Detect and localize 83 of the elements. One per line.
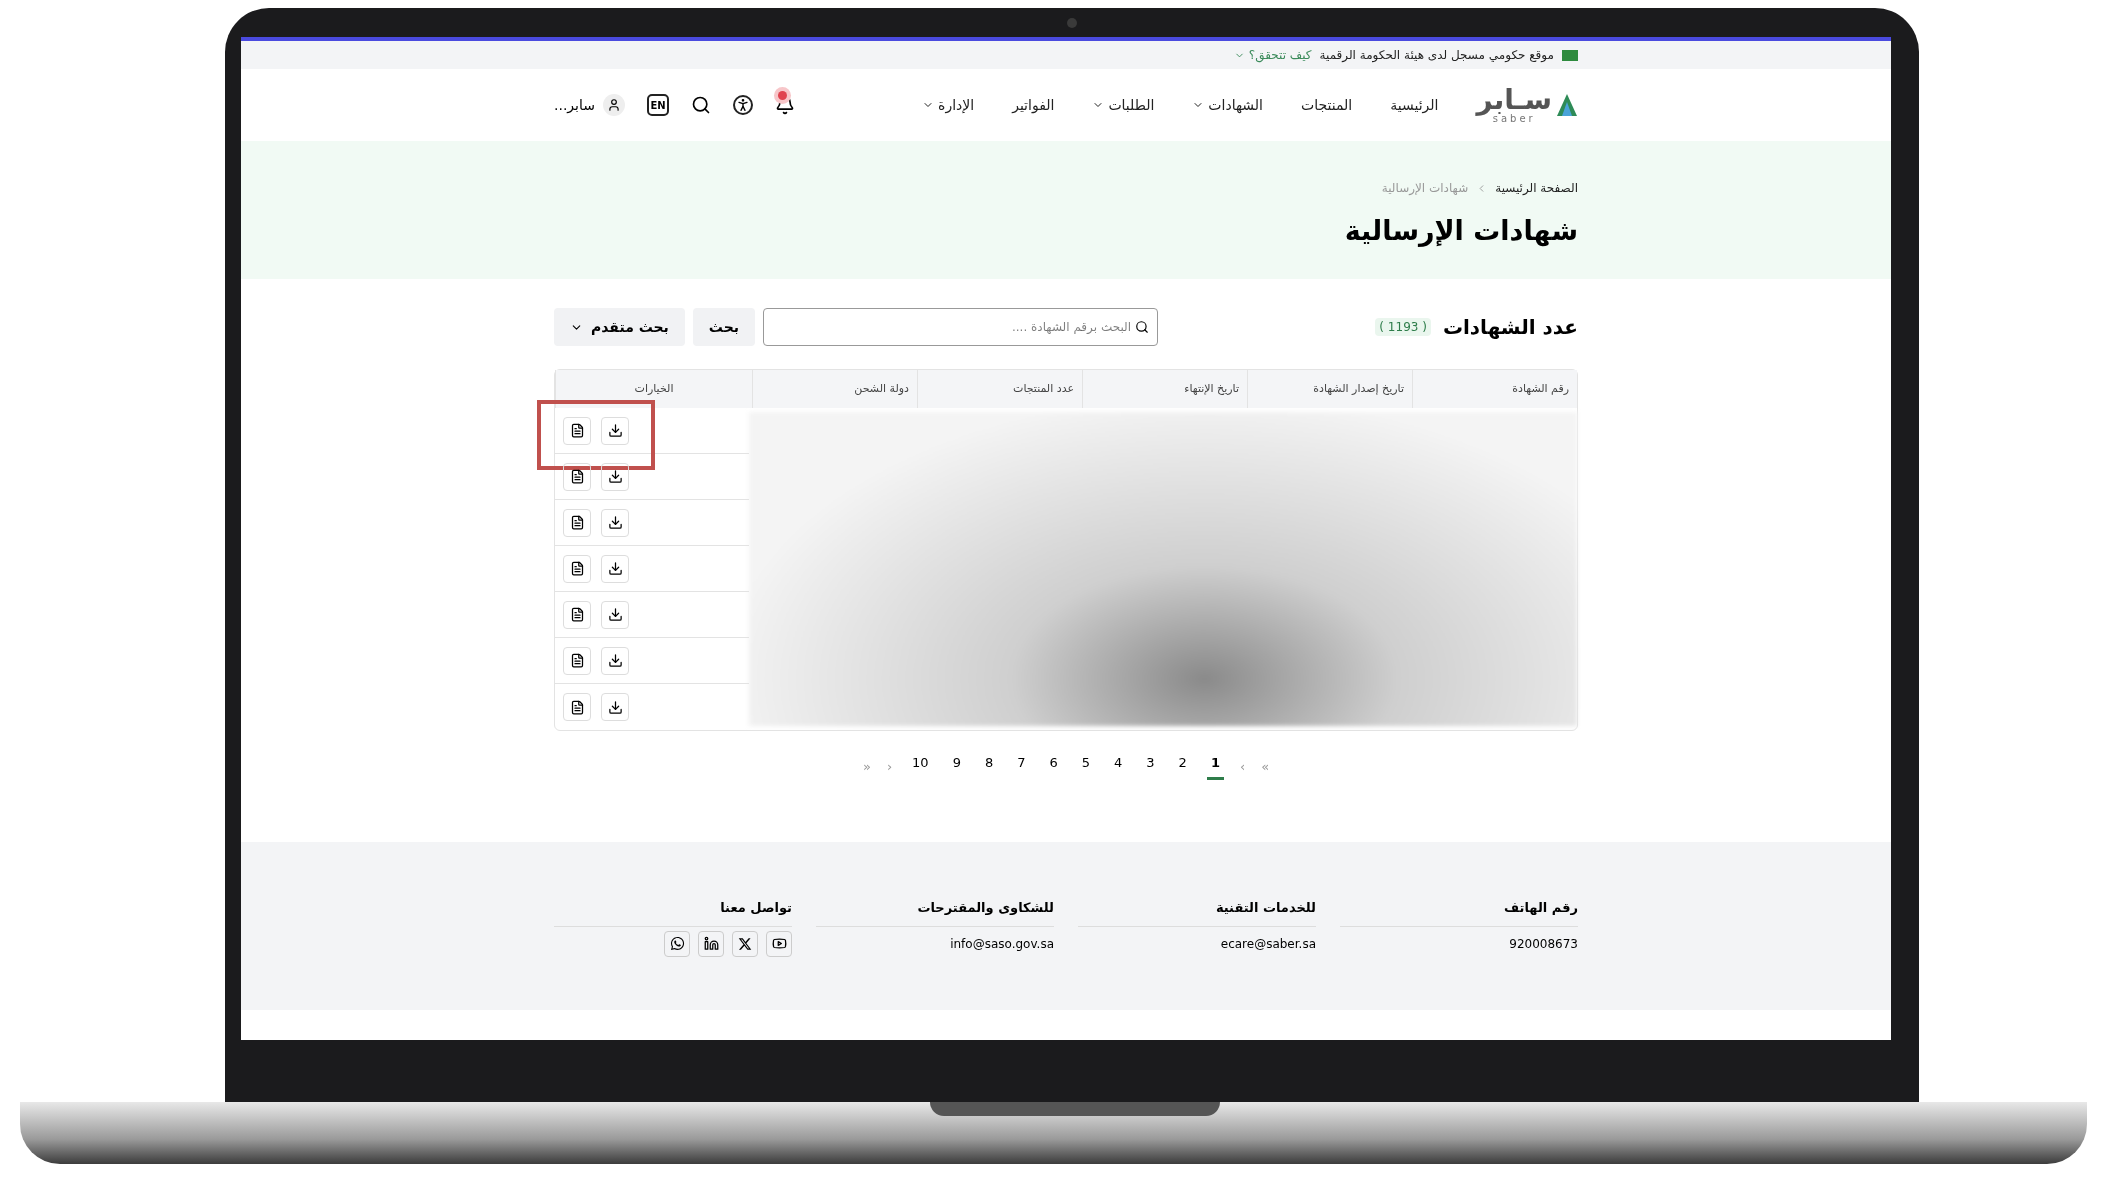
accessibility-icon[interactable] (732, 95, 753, 115)
advanced-search-button[interactable]: بحث متقدم (554, 308, 685, 346)
footer-value: info@saso.gov.sa (949, 935, 1054, 953)
page-link[interactable]: 5 (1077, 753, 1095, 780)
page-link[interactable]: 6 (1045, 753, 1062, 780)
download-icon (607, 515, 623, 530)
breadcrumb-link[interactable]: الصفحة الرئيسية (1495, 179, 1578, 197)
download-button[interactable] (601, 554, 629, 583)
search-button[interactable]: بحث (692, 308, 756, 346)
document-icon (569, 653, 585, 668)
page-link[interactable]: 1 (1206, 753, 1224, 780)
whatsapp-icon[interactable] (664, 930, 690, 957)
search-input[interactable]: البحث برقم الشهادة .... (772, 318, 1132, 336)
download-button[interactable] (601, 462, 629, 491)
search-icon[interactable] (690, 95, 711, 115)
footer-title: للخدمات التقنية (1078, 898, 1316, 927)
document-button[interactable] (563, 416, 591, 445)
download-button[interactable] (601, 416, 629, 445)
page-link[interactable]: 3 (1142, 753, 1159, 780)
page-link[interactable]: 7 (1013, 753, 1030, 780)
gov-notice: موقع حكومي مسجل لدى هيئة الحكومة الرقمية (1319, 47, 1554, 64)
column-header: تاريخ الإنتهاء (1082, 370, 1247, 408)
column-header: عدد المنتجات (917, 370, 1082, 408)
document-icon (569, 561, 585, 576)
verify-link[interactable]: كيف تتحقق؟ (1233, 46, 1312, 64)
user-icon (602, 94, 625, 116)
download-icon (607, 423, 623, 438)
document-icon (569, 469, 585, 484)
footer-title: رقم الهاتف (1340, 898, 1578, 927)
phone-bubble-icon (669, 936, 685, 951)
document-button[interactable] (563, 508, 591, 537)
document-icon (569, 607, 585, 622)
page-link[interactable]: 4 (1110, 753, 1127, 780)
download-icon (607, 561, 623, 576)
language-button[interactable]: EN (646, 94, 669, 116)
count-badge: ( 1193 ) (1375, 318, 1431, 336)
search-icon (1135, 320, 1150, 334)
page-title: شهادات الإرسالية (1343, 214, 1578, 249)
download-icon (607, 469, 623, 484)
page-link[interactable]: 2 (1174, 753, 1191, 780)
download-icon (607, 699, 623, 715)
document-button[interactable] (563, 646, 591, 675)
nav-item[interactable]: الفواتير (1012, 94, 1055, 116)
youtube-icon[interactable] (766, 930, 792, 957)
nav-item[interactable]: الطلبات (1092, 94, 1155, 116)
search-field[interactable]: البحث برقم الشهادة .... (763, 308, 1159, 346)
column-header: دولة الشحن (752, 370, 917, 408)
nav-item[interactable]: الشهادات (1192, 94, 1263, 116)
document-button[interactable] (563, 693, 591, 721)
flag-icon (1562, 49, 1578, 61)
download-icon (607, 653, 623, 668)
footer-title: تواصل معنا (554, 898, 792, 927)
camera-icon (1067, 18, 1077, 28)
nav-item[interactable]: المنتجات (1301, 94, 1353, 116)
user-menu[interactable]: سابر... (554, 94, 625, 116)
footer-value: 920008673 (1508, 935, 1578, 953)
download-button[interactable] (601, 693, 629, 721)
page-link[interactable]: 10 (908, 753, 933, 780)
in-logo-icon (703, 936, 719, 951)
footer-title: للشكاوى والمقترحات (816, 898, 1054, 927)
download-button[interactable] (601, 646, 629, 675)
document-button[interactable] (563, 554, 591, 583)
column-header: رقم الشهادة (1412, 370, 1577, 408)
document-button[interactable] (563, 462, 591, 491)
document-icon (569, 515, 585, 530)
document-icon (569, 423, 585, 438)
count-label: عدد الشهادات (1442, 314, 1578, 341)
page-link[interactable]: 9 (948, 753, 965, 780)
column-header: الخيارات (555, 370, 752, 408)
nav-item[interactable]: الإدارة (922, 94, 975, 116)
download-button[interactable] (601, 600, 629, 629)
x-icon[interactable] (732, 930, 758, 957)
page-link[interactable]: 8 (980, 753, 998, 780)
linkedin-icon[interactable] (698, 930, 724, 957)
footer-value: ecare@saber.sa (1219, 935, 1316, 953)
column-header: تاريخ إصدار الشهادة (1247, 370, 1412, 408)
document-icon (569, 699, 585, 715)
x-logo-icon (738, 936, 752, 951)
document-button[interactable] (563, 600, 591, 629)
play-icon (771, 936, 787, 951)
nav-item[interactable]: الرئيسية (1390, 94, 1439, 116)
download-icon (607, 607, 623, 622)
download-button[interactable] (601, 508, 629, 537)
